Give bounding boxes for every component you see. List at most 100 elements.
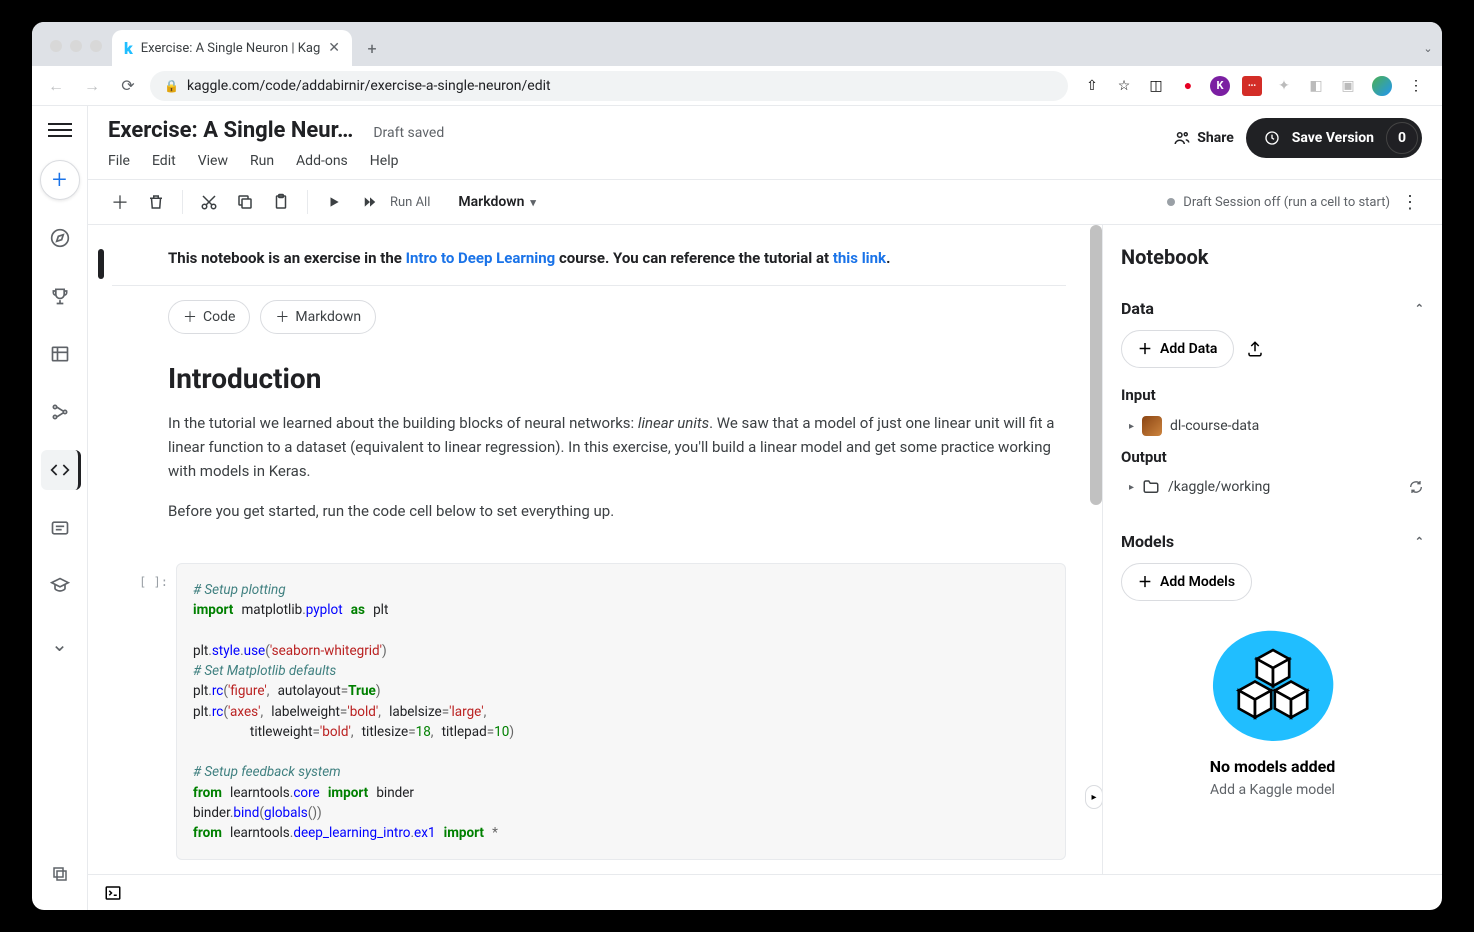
- minimize-window[interactable]: [70, 40, 82, 52]
- version-count: 0: [1386, 122, 1418, 154]
- right-sidebar: Notebook Data ⌃ ＋ Add Data Input ▸ dl-co…: [1102, 225, 1442, 874]
- collapse-icon[interactable]: [40, 854, 80, 894]
- tab-list-dropdown[interactable]: ⌄: [1414, 34, 1442, 62]
- lock-icon: 🔒: [164, 79, 179, 93]
- menu-run[interactable]: Run: [250, 153, 274, 169]
- menu-toggle[interactable]: [48, 118, 72, 142]
- copy-icon[interactable]: [229, 186, 261, 218]
- course-link[interactable]: Intro to Deep Learning: [406, 249, 556, 267]
- datasets-icon[interactable]: [40, 334, 80, 374]
- upload-icon[interactable]: [1246, 340, 1264, 358]
- tab-title: Exercise: A Single Neuron | Kag: [141, 41, 321, 56]
- menu-file[interactable]: File: [108, 153, 130, 169]
- code-cell[interactable]: [ ]: # Setup plotting import matplotlib.…: [120, 563, 1066, 860]
- collapse-sidebar-button[interactable]: ▸: [1085, 785, 1102, 809]
- console-bar[interactable]: [88, 874, 1442, 910]
- paragraph: Before you get started, run the code cel…: [112, 499, 1066, 539]
- url-input[interactable]: 🔒 kaggle.com/code/addabirnir/exercise-a-…: [150, 71, 1068, 101]
- share-icon[interactable]: ⇧: [1082, 76, 1102, 96]
- bookmark-star-icon[interactable]: ☆: [1114, 76, 1134, 96]
- run-all-button[interactable]: Run All: [390, 195, 430, 210]
- browser-tab-strip: k Exercise: A Single Neuron | Kag ✕ + ⌄: [32, 22, 1442, 66]
- markdown-cell[interactable]: Introduction In the tutorial we learned …: [112, 342, 1066, 539]
- forward-button[interactable]: →: [78, 72, 106, 100]
- url-text: kaggle.com/code/addabirnir/exercise-a-si…: [187, 78, 551, 94]
- people-icon: [1173, 129, 1191, 147]
- no-models-placeholder: No models added Add a Kaggle model: [1121, 601, 1424, 828]
- close-window[interactable]: [50, 40, 62, 52]
- extension-pinterest-icon[interactable]: ●: [1178, 76, 1198, 96]
- notebook-editor[interactable]: This notebook is an exercise in the Intr…: [88, 225, 1102, 874]
- no-models-subtitle: Add a Kaggle model: [1121, 782, 1424, 798]
- output-label: Output: [1121, 444, 1424, 470]
- close-tab-icon[interactable]: ✕: [328, 40, 340, 56]
- refresh-icon[interactable]: [1408, 479, 1424, 495]
- new-tab-button[interactable]: +: [358, 34, 386, 62]
- more-options-icon[interactable]: ⋮: [1394, 186, 1426, 218]
- fast-forward-icon[interactable]: [354, 186, 386, 218]
- menu-bar: File Edit View Run Add-ons Help: [108, 143, 444, 179]
- extension-lastpass-icon[interactable]: •••: [1242, 76, 1262, 96]
- cubes-icon: [1213, 631, 1333, 741]
- browser-menu-icon[interactable]: ⋮: [1406, 76, 1426, 96]
- delete-cell-icon[interactable]: [140, 186, 172, 218]
- expand-more-icon[interactable]: ⌄: [40, 624, 80, 664]
- menu-view[interactable]: View: [198, 153, 228, 169]
- compass-icon[interactable]: [40, 218, 80, 258]
- scrollbar[interactable]: [1090, 225, 1102, 505]
- add-models-button[interactable]: ＋ Add Models: [1121, 563, 1252, 601]
- reload-button[interactable]: ⟳: [114, 72, 142, 100]
- console-icon: [104, 884, 122, 902]
- save-version-button[interactable]: Save Version 0: [1246, 118, 1422, 158]
- extension-notion-icon[interactable]: ◫: [1146, 76, 1166, 96]
- extension-grey-icon[interactable]: ◧: [1306, 76, 1326, 96]
- editor-toolbar: ＋ Run All Markdown ▾: [88, 179, 1442, 225]
- cell-type-selector[interactable]: Markdown ▾: [450, 194, 544, 210]
- chevron-up-icon: ⌃: [1415, 535, 1424, 548]
- extensions-menu-icon[interactable]: ✦: [1274, 76, 1294, 96]
- markdown-cell[interactable]: This notebook is an exercise in the Intr…: [112, 249, 1066, 286]
- data-section-header[interactable]: Data ⌃: [1121, 287, 1424, 330]
- input-dataset-item[interactable]: ▸ dl-course-data: [1121, 408, 1424, 444]
- profile-avatar[interactable]: [1370, 74, 1394, 98]
- chevron-up-icon: ⌃: [1415, 302, 1424, 315]
- models-section-header[interactable]: Models ⌃: [1121, 520, 1424, 563]
- share-button[interactable]: Share: [1173, 129, 1234, 147]
- cut-icon[interactable]: [193, 186, 225, 218]
- models-icon[interactable]: [40, 392, 80, 432]
- session-status[interactable]: Draft Session off (run a cell to start): [1167, 195, 1390, 210]
- window-controls: [40, 40, 112, 66]
- add-markdown-button[interactable]: ＋ Markdown: [260, 300, 376, 334]
- add-data-button[interactable]: ＋ Add Data: [1121, 330, 1234, 368]
- favicon-icon: k: [124, 39, 133, 58]
- kaggle-sidebar: + ⌄: [32, 106, 88, 910]
- address-bar: ← → ⟳ 🔒 kaggle.com/code/addabirnir/exerc…: [32, 66, 1442, 106]
- paste-icon[interactable]: [265, 186, 297, 218]
- sidebar-title: Notebook: [1121, 245, 1424, 269]
- notebook-title[interactable]: Exercise: A Single Neur…: [108, 118, 353, 143]
- create-button[interactable]: +: [40, 160, 80, 200]
- caret-right-icon: ▸: [1129, 421, 1134, 432]
- main-area: Exercise: A Single Neur… Draft saved Fil…: [88, 106, 1442, 910]
- menu-edit[interactable]: Edit: [152, 153, 176, 169]
- history-icon: [1264, 130, 1280, 146]
- run-icon[interactable]: [318, 186, 350, 218]
- browser-tab[interactable]: k Exercise: A Single Neuron | Kag ✕: [112, 30, 352, 66]
- maximize-window[interactable]: [90, 40, 102, 52]
- no-models-title: No models added: [1121, 757, 1424, 776]
- trophy-icon[interactable]: [40, 276, 80, 316]
- learn-icon[interactable]: [40, 566, 80, 606]
- back-button[interactable]: ←: [42, 72, 70, 100]
- tutorial-link[interactable]: this link: [833, 249, 886, 267]
- add-cell-icon[interactable]: ＋: [104, 186, 136, 218]
- side-panel-icon[interactable]: ▣: [1338, 76, 1358, 96]
- section-heading: Introduction: [112, 342, 1066, 411]
- extension-k-icon[interactable]: K: [1210, 76, 1230, 96]
- menu-help[interactable]: Help: [370, 153, 399, 169]
- add-code-button[interactable]: ＋ Code: [168, 300, 250, 334]
- output-folder-item[interactable]: ▸ /kaggle/working: [1121, 470, 1424, 504]
- menu-addons[interactable]: Add-ons: [296, 153, 348, 169]
- code-icon[interactable]: [41, 450, 81, 490]
- discussions-icon[interactable]: [40, 508, 80, 548]
- code-content[interactable]: # Setup plotting import matplotlib.pyplo…: [176, 563, 1066, 860]
